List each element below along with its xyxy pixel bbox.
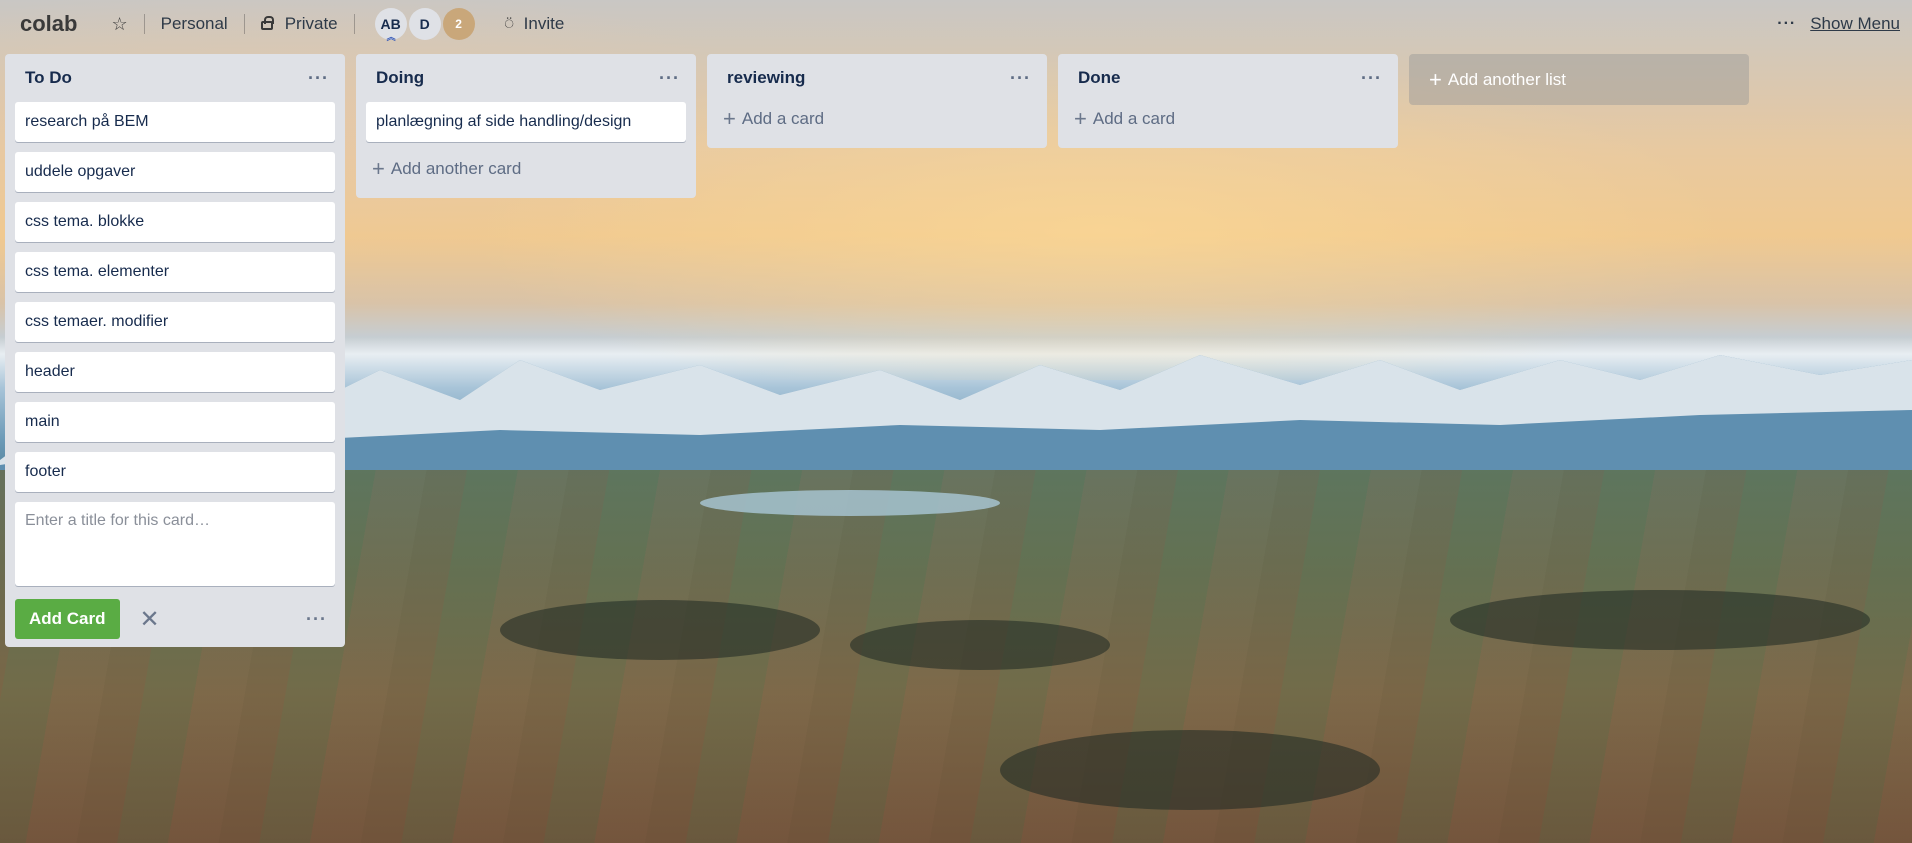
team-visibility-button[interactable]: Personal: [151, 8, 238, 40]
add-card-link[interactable]: + Add a card: [1068, 102, 1388, 140]
star-icon: ☆: [111, 13, 128, 34]
add-list-label: Add another list: [1447, 69, 1566, 89]
list-title[interactable]: Doing: [376, 68, 424, 88]
list-card[interactable]: css temaer. modifier: [15, 302, 335, 342]
avatar-initials: AB: [380, 16, 401, 32]
list-card[interactable]: css tema. elementer: [15, 252, 335, 292]
member-avatars: AB ︽ D 2: [374, 8, 477, 42]
add-card-label: Add a card: [1092, 109, 1176, 128]
add-card-label: Add another card: [390, 159, 522, 178]
list-title[interactable]: To Do: [25, 68, 72, 88]
privacy-button[interactable]: Private: [251, 8, 348, 40]
list-header: reviewing ···: [717, 54, 1037, 102]
list-header: Done ···: [1068, 54, 1388, 102]
board-lists: To Do ··· research på BEM uddele opgaver…: [5, 54, 1749, 647]
privacy-label: Private: [284, 14, 338, 33]
list-card[interactable]: planlægning af side handling/design: [366, 102, 686, 142]
board-title[interactable]: colab: [20, 11, 77, 37]
divider: [353, 14, 355, 34]
list-menu-icon[interactable]: ···: [308, 68, 329, 89]
plus-icon: +: [1429, 66, 1442, 92]
background-forest: [1000, 730, 1380, 810]
more-icon[interactable]: ···: [306, 609, 327, 630]
invite-button[interactable]: ⍥ Invite: [495, 8, 575, 40]
divider: [143, 14, 145, 34]
list-title[interactable]: Done: [1078, 68, 1121, 88]
avatar-initials: D: [419, 16, 430, 32]
add-card-link[interactable]: + Add a card: [717, 102, 1037, 140]
plus-icon: +: [723, 106, 736, 131]
list-card[interactable]: header: [15, 352, 335, 392]
add-card-label: Add a card: [741, 109, 825, 128]
add-person-icon: ⍥: [504, 15, 514, 33]
board-header: colab ☆ Personal Private AB ︽ D 2 ⍥ Invit…: [0, 0, 1912, 48]
list-done: Done ··· + Add a card: [1058, 54, 1398, 148]
plus-icon: +: [372, 156, 385, 181]
close-icon[interactable]: ✕: [140, 605, 160, 634]
list-doing: Doing ··· planlægning af side handling/d…: [356, 54, 696, 198]
add-card-button[interactable]: Add Card: [15, 599, 120, 639]
list-card[interactable]: footer: [15, 452, 335, 492]
add-card-link[interactable]: + Add another card: [366, 152, 686, 190]
add-list-button[interactable]: + Add another list: [1409, 54, 1749, 105]
star-button[interactable]: ☆: [101, 8, 137, 41]
list-header: Doing ···: [366, 54, 686, 102]
list-card[interactable]: css tema. blokke: [15, 202, 335, 242]
list-card[interactable]: uddele opgaver: [15, 152, 335, 192]
list-todo: To Do ··· research på BEM uddele opgaver…: [5, 54, 345, 647]
member-count-badge[interactable]: 2: [442, 8, 475, 40]
divider: [243, 14, 245, 34]
list-title[interactable]: reviewing: [727, 68, 805, 88]
invite-label: Invite: [523, 14, 565, 33]
list-menu-icon[interactable]: ···: [659, 68, 680, 89]
avatar[interactable]: AB ︽: [374, 8, 407, 42]
list-menu-icon[interactable]: ···: [1010, 68, 1031, 89]
list-reviewing: reviewing ··· + Add a card: [707, 54, 1047, 148]
list-header: To Do ···: [15, 54, 335, 102]
list-menu-icon[interactable]: ···: [1361, 68, 1382, 89]
avatar[interactable]: D: [408, 8, 441, 40]
list-card[interactable]: research på BEM: [15, 102, 335, 142]
card-title-input[interactable]: [15, 502, 335, 586]
composer-controls: Add Card ✕ ···: [15, 599, 335, 639]
lock-icon: [260, 16, 274, 30]
plus-icon: +: [1074, 106, 1087, 131]
show-menu-label: Show Menu: [1810, 14, 1900, 33]
more-icon: ···: [1777, 15, 1797, 32]
admin-chevron-icon: ︽: [386, 32, 396, 42]
show-menu-button[interactable]: ··· Show Menu: [1777, 14, 1900, 34]
list-card[interactable]: main: [15, 402, 335, 442]
